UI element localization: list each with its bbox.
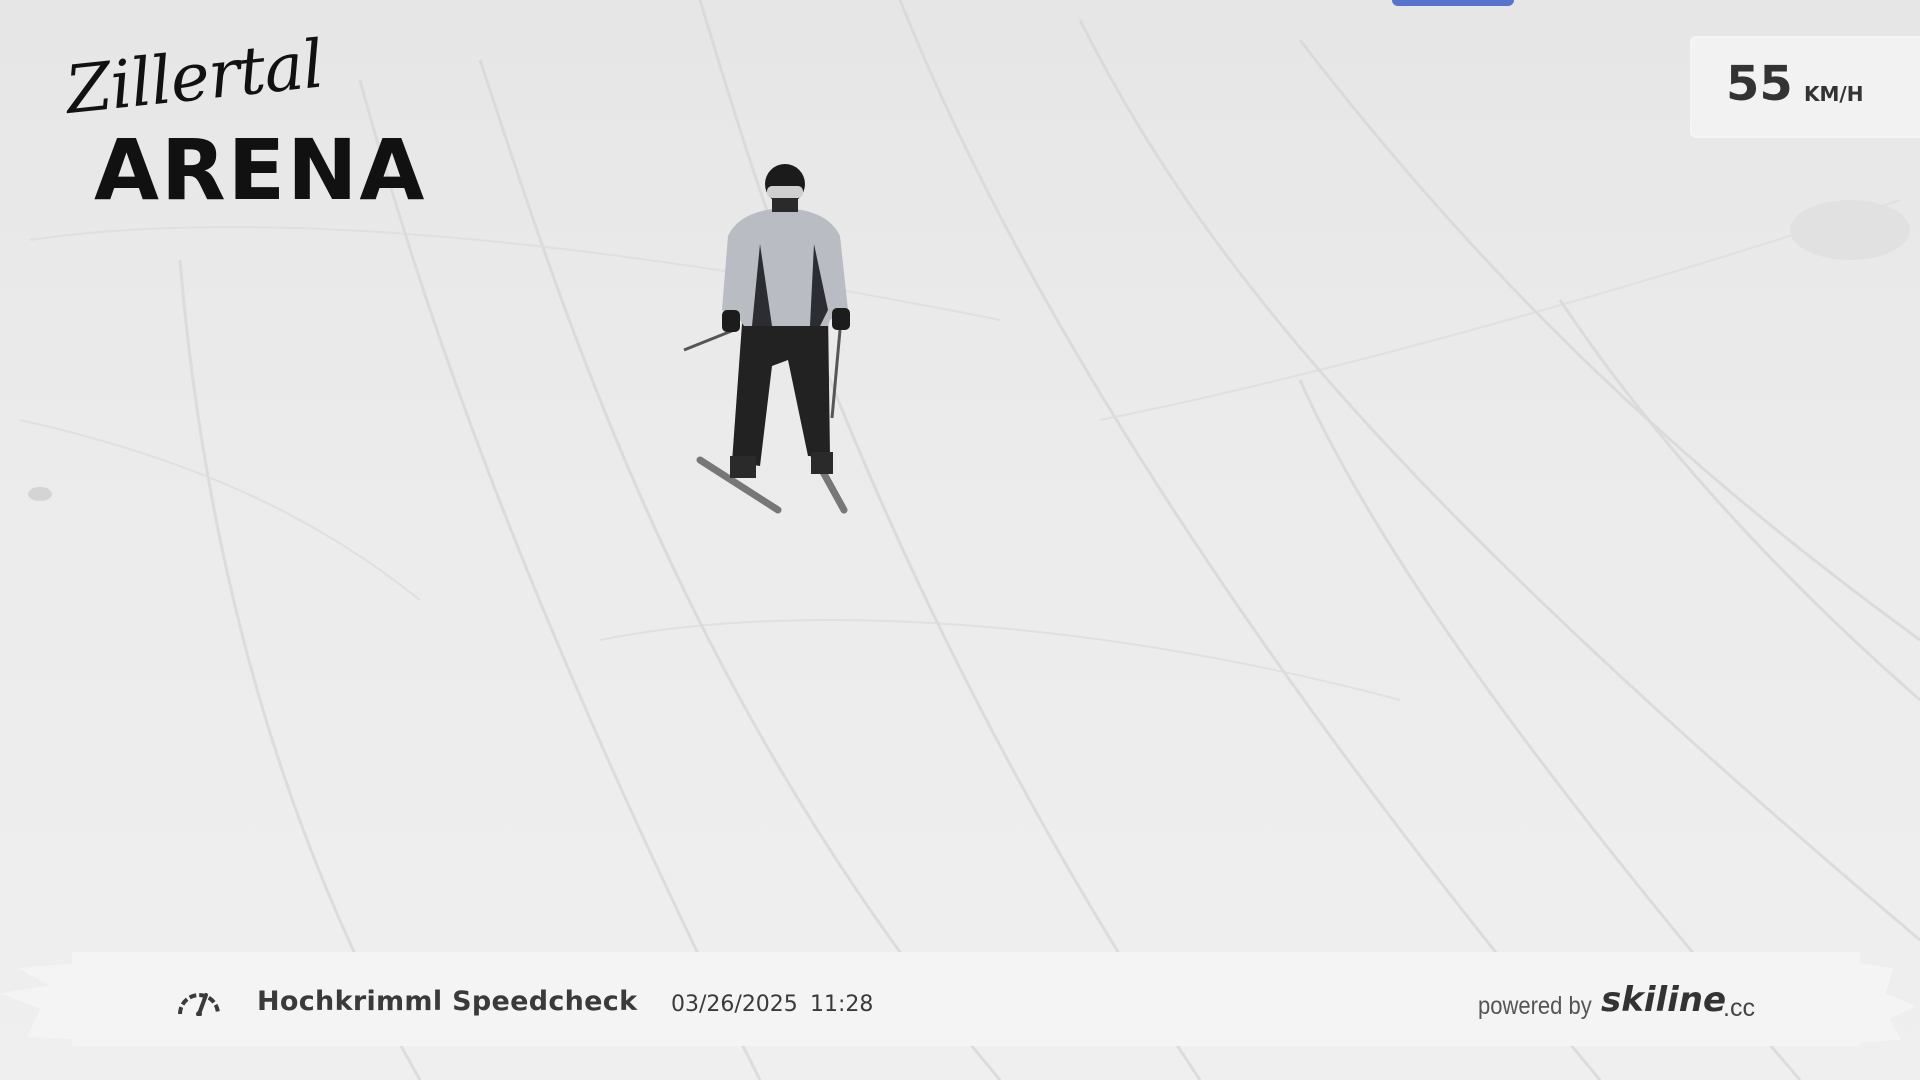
skiline-brand: skiline xyxy=(1601,980,1727,1020)
location-title: Hochkrimml Speedcheck xyxy=(257,986,638,1017)
speed-unit: KM/H xyxy=(1804,82,1864,106)
speed-badge: 55 KM/H xyxy=(1692,38,1920,136)
time-text: 11:28 xyxy=(810,992,874,1017)
speed-value: 55 xyxy=(1726,56,1793,112)
date-text: 03/26/2025 xyxy=(671,992,798,1017)
blue-marker xyxy=(1392,0,1514,6)
speedometer-icon xyxy=(178,993,220,1016)
skier-figure xyxy=(683,164,850,514)
skiline-tld: .cc xyxy=(1723,994,1755,1022)
zillertal-arena-logo: Zillertal ARENA xyxy=(58,25,438,212)
powered-by-text: powered by xyxy=(1478,992,1592,1020)
webcam-frame: Zillertal ARENA 55 KM/H Hochkrimml Speed… xyxy=(0,0,1920,1080)
logo-block-text: ARENA xyxy=(94,121,427,219)
